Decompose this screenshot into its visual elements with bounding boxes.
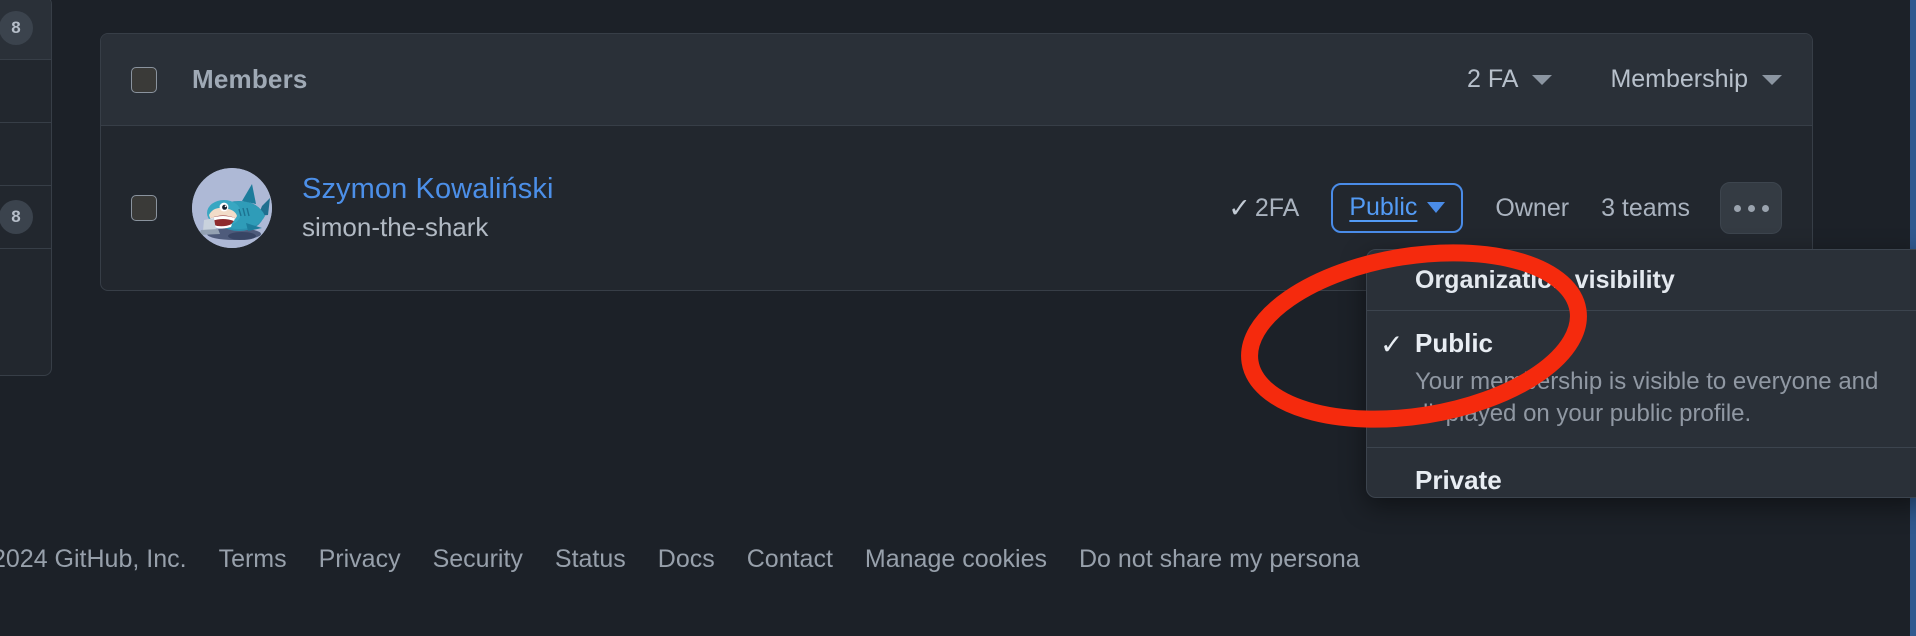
avatar[interactable] <box>192 168 272 248</box>
check-icon: ✓ <box>1228 192 1251 223</box>
member-login: simon-the-shark <box>302 212 489 242</box>
row-overflow-button[interactable] <box>1720 182 1782 234</box>
member-teams: 3 teams <box>1601 193 1690 222</box>
row-checkbox[interactable] <box>131 195 157 221</box>
screen: 8 8 Members 2 FA Membership Szymon Kowal… <box>0 0 1916 636</box>
twofa-filter[interactable]: 2 FA <box>1467 65 1553 94</box>
footer-copyright: 2024 GitHub, Inc. <box>0 545 187 573</box>
rail-badge: 8 <box>0 200 33 234</box>
footer-link-contact[interactable]: Contact <box>747 545 833 574</box>
menu-title: Organization visibility <box>1367 250 1916 311</box>
rail-row[interactable] <box>0 60 51 123</box>
visibility-dropdown-label: Public <box>1349 193 1418 221</box>
footer-link-terms[interactable]: Terms <box>219 545 287 574</box>
kebab-dot-icon <box>1761 204 1769 212</box>
rail-row[interactable]: 8 <box>0 186 51 249</box>
check-icon: ✓ <box>1380 329 1404 360</box>
shark-avatar-icon <box>192 168 272 248</box>
member-identity: Szymon Kowaliński simon-the-shark <box>302 173 554 243</box>
footer-link-docs[interactable]: Docs <box>658 545 715 574</box>
menu-item-private[interactable]: Private Your membership is only visible … <box>1367 447 1916 497</box>
membership-filter[interactable]: Membership <box>1610 65 1782 94</box>
kebab-dot-icon <box>1733 204 1741 212</box>
membership-filter-label: Membership <box>1610 65 1748 93</box>
menu-item-public-label: Public <box>1415 328 1494 358</box>
rail-badge: 8 <box>0 11 33 45</box>
menu-item-private-label: Private <box>1415 465 1502 496</box>
left-rail-panel: 8 8 <box>0 0 52 376</box>
organization-visibility-menu: Organization visibility ✓ Public Your me… <box>1366 249 1916 498</box>
footer-link-privacy[interactable]: Privacy <box>319 545 401 574</box>
menu-item-public-description: Your membership is visible to everyone a… <box>1415 368 1879 427</box>
twofa-status-label: 2FA <box>1254 193 1300 222</box>
rail-row[interactable] <box>0 123 51 186</box>
twofa-filter-label: 2 FA <box>1467 65 1519 93</box>
rail-row[interactable]: 8 <box>0 0 51 60</box>
chevron-down-icon <box>1762 74 1782 85</box>
select-all-checkbox[interactable] <box>131 66 157 93</box>
page-title: Members <box>192 64 308 94</box>
member-role: Owner <box>1495 193 1570 222</box>
chevron-down-icon <box>1427 202 1446 213</box>
footer-link-status[interactable]: Status <box>555 545 626 574</box>
footer-link-manage-cookies[interactable]: Manage cookies <box>865 545 1047 574</box>
footer-link-security[interactable]: Security <box>433 545 523 574</box>
members-card-header: Members 2 FA Membership <box>101 34 1812 126</box>
member-name-link[interactable]: Szymon Kowaliński <box>302 173 554 206</box>
twofa-status: ✓ 2FA <box>1228 194 1299 223</box>
menu-item-public[interactable]: ✓ Public Your membership is visible to e… <box>1367 311 1916 447</box>
kebab-dot-icon <box>1747 204 1755 212</box>
visibility-dropdown-button[interactable]: Public <box>1331 183 1464 233</box>
chevron-down-icon <box>1532 74 1553 85</box>
footer-link-do-not-share[interactable]: Do not share my persona <box>1079 545 1360 574</box>
footer: 2024 GitHub, Inc. Terms Privacy Security… <box>0 545 1916 574</box>
rail-row[interactable] <box>0 249 51 312</box>
